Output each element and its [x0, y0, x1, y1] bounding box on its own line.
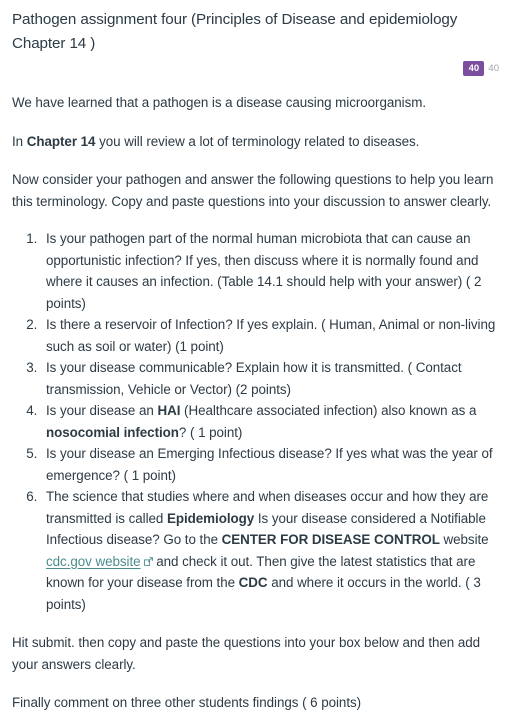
question-3-text: Is your disease communicable? Explain ho… — [46, 360, 462, 397]
cdc-gov-website-link[interactable]: cdc.gov website — [46, 554, 141, 569]
points-badge: 40 — [463, 61, 485, 76]
assignment-page: Pathogen assignment four (Principles of … — [0, 0, 518, 710]
question-item-5: Is your disease an Emerging Infectious d… — [41, 443, 503, 486]
page-title: Pathogen assignment four (Principles of … — [12, 11, 458, 52]
question-list: Is your pathogen part of the normal huma… — [11, 228, 507, 615]
external-link-icon — [143, 556, 153, 566]
intro-paragraph-1: We have learned that a pathogen is a dis… — [12, 95, 426, 110]
question-6-text-part3: website — [439, 532, 489, 547]
intro-p2-text-before: In — [12, 133, 27, 149]
question-6-cdc-name-bold: CENTER FOR DISEASE CONTROL — [221, 532, 440, 547]
intro-paragraph-3: Now consider your pathogen and answer th… — [12, 172, 494, 209]
intro-p2-text-after: you will review a lot of terminology rel… — [95, 133, 420, 149]
intro-p2-chapter-bold: Chapter 14 — [26, 133, 96, 149]
submit-instructions: Hit submit. then copy and paste the ques… — [12, 635, 481, 672]
question-item-2: Is there a reservoir of Infection? If ye… — [41, 314, 503, 357]
question-6-cdc-abbrev-bold: CDC — [238, 575, 268, 590]
question-5-text: Is your disease an Emerging Infectious d… — [46, 446, 493, 483]
points-row: 40 40 — [11, 61, 507, 76]
question-4-hai-bold: HAI — [157, 403, 181, 418]
question-2-text: Is there a reservoir of Infection? If ye… — [46, 317, 496, 354]
cdc-link-label: cdc.gov website — [46, 553, 141, 569]
question-6-epidemiology-bold: Epidemiology — [166, 510, 255, 526]
comment-instructions: Finally comment on three other students … — [12, 695, 362, 710]
intro-paragraph-2: In Chapter 14 you will review a lot of t… — [11, 131, 507, 153]
question-4-nosocomial-bold: nosocomial infection — [46, 424, 179, 440]
question-1-text: Is your pathogen part of the normal huma… — [46, 231, 482, 311]
question-item-4: Is your disease an HAI (Healthcare assoc… — [41, 400, 503, 443]
question-4-text-part2: (Healthcare associated infection) also k… — [180, 403, 477, 418]
question-item-3: Is your disease communicable? Explain ho… — [41, 357, 503, 400]
points-secondary-value: 40 — [488, 63, 499, 74]
question-item-6: The science that studies where and when … — [41, 486, 503, 615]
question-4-text-part3: ? ( 1 point) — [178, 424, 243, 440]
question-item-1: Is your pathogen part of the normal huma… — [41, 228, 503, 314]
question-4-text-part1: Is your disease an — [46, 403, 158, 418]
